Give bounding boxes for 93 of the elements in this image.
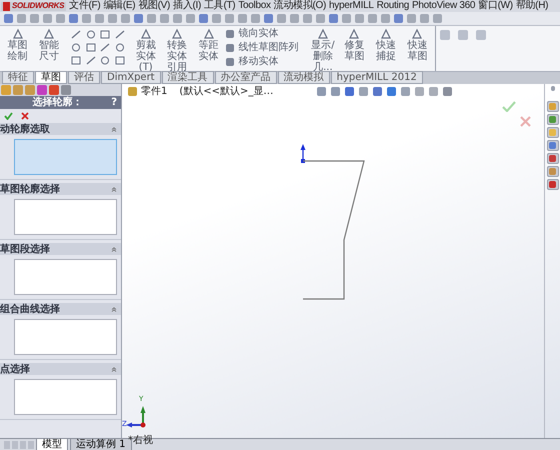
- section-header[interactable]: 动轮廓选取: [0, 123, 121, 135]
- task-pane-tab[interactable]: [546, 140, 558, 151]
- menu-item[interactable]: PhotoView 360: [412, 1, 476, 11]
- draw-tool-icon[interactable]: [115, 43, 126, 52]
- ribbon-button[interactable]: 等距实体: [194, 26, 222, 62]
- check-icon[interactable]: [4, 112, 13, 120]
- menu-item[interactable]: 编辑(E): [103, 1, 136, 11]
- section-header[interactable]: 组合曲线选择: [0, 303, 121, 315]
- section-title: 草图段选择: [0, 242, 50, 256]
- panel-title: 选择轮廓：: [32, 96, 83, 110]
- ribbon-tab[interactable]: hyperMILL 2012: [330, 71, 423, 84]
- collapse-icon[interactable]: [111, 366, 117, 372]
- ribbon-button[interactable]: 线性草图阵列: [226, 42, 306, 54]
- logo: SOLIDWORKS: [1, 2, 66, 10]
- bottom-tab[interactable]: 模型: [36, 438, 68, 450]
- ribbon-button[interactable]: 草图绘制: [4, 26, 32, 62]
- task-pane-tab[interactable]: [546, 153, 558, 164]
- sketch-profile[interactable]: [303, 160, 365, 300]
- sketch-tool-icon: [140, 28, 152, 40]
- ribbon-button[interactable]: 转换实体引用: [164, 26, 191, 71]
- section-header[interactable]: 草图轮廓选择: [0, 183, 121, 195]
- ribbon-button[interactable]: 修复草图: [340, 26, 368, 62]
- part-name[interactable]: 零件1: [141, 84, 168, 98]
- task-pane-tab[interactable]: [546, 166, 558, 177]
- sketch-tool-icon: [316, 28, 329, 40]
- ribbon-button[interactable]: 移动实体: [226, 56, 306, 68]
- draw-tool-icon[interactable]: [100, 30, 110, 39]
- section-title: 组合曲线选择: [0, 302, 60, 316]
- axis-triad-drawing: [126, 406, 146, 428]
- sketch-tool-icon: [43, 28, 56, 40]
- draw-tool-icon[interactable]: [86, 43, 96, 52]
- task-pane-tab[interactable]: [546, 179, 558, 190]
- close-icon[interactable]: [21, 112, 29, 120]
- section-header[interactable]: 草图段选择: [0, 243, 121, 255]
- menu-item[interactable]: 工具(T): [204, 1, 236, 11]
- ribbon-tab[interactable]: 草图: [35, 71, 67, 84]
- selection-box[interactable]: [14, 139, 117, 175]
- sketch-tool-icon: [12, 28, 24, 40]
- menu-item[interactable]: Routing: [376, 1, 409, 11]
- section-title: 草图轮廓选择: [0, 182, 60, 196]
- ribbon-tab[interactable]: 评估: [68, 71, 100, 84]
- logo-icon: [3, 2, 10, 10]
- collapse-icon[interactable]: [111, 246, 117, 252]
- collapse-icon[interactable]: [111, 126, 117, 132]
- draw-tool-icon[interactable]: [86, 30, 96, 39]
- ribbon-tab[interactable]: 特征: [2, 71, 34, 84]
- draw-tool-icon[interactable]: [70, 43, 81, 52]
- ribbon-tab[interactable]: DimXpert: [101, 71, 161, 84]
- task-pane-tab[interactable]: [546, 114, 558, 125]
- ribbon-button[interactable]: 显示/删除几...: [309, 26, 337, 71]
- section-title: 动轮廓选取: [0, 122, 50, 136]
- ribbon-tab[interactable]: 办公室产品: [214, 71, 277, 84]
- collapse-icon[interactable]: [111, 306, 117, 312]
- draw-tool-icon[interactable]: [115, 30, 126, 39]
- part-icon[interactable]: [128, 86, 137, 96]
- sketch-tool-icon: [171, 28, 184, 40]
- sketch-tool-icon: [348, 28, 360, 40]
- ribbon-tab[interactable]: 流动模拟: [278, 71, 330, 84]
- draw-tool-icon[interactable]: [86, 56, 96, 65]
- ribbon-button[interactable]: 智能尺寸: [35, 26, 63, 62]
- selection-box[interactable]: [14, 259, 117, 295]
- config-name: (默认<<默认>_显…: [179, 84, 274, 98]
- task-pane-tab[interactable]: [546, 101, 558, 112]
- draw-tool-icon[interactable]: [70, 30, 81, 39]
- menu-item[interactable]: 视图(V): [138, 1, 170, 11]
- menu-item[interactable]: hyperMILL: [329, 1, 374, 11]
- selection-box[interactable]: [14, 199, 117, 235]
- sketch-tool-icon: [411, 28, 424, 40]
- ribbon-button[interactable]: 快速捕捉: [372, 26, 400, 62]
- draw-tool-icon[interactable]: [100, 56, 110, 65]
- ribbon-button[interactable]: 剪裁实体(T): [132, 26, 160, 71]
- menu-item[interactable]: Toolbox: [238, 1, 271, 11]
- ribbon-button[interactable]: 快速草图: [404, 26, 432, 62]
- sketch-tool-icon: [202, 28, 215, 40]
- draw-tool-icon[interactable]: [115, 56, 126, 65]
- sketch-tool-icon: [380, 28, 392, 40]
- collapse-icon[interactable]: [111, 186, 117, 192]
- origin-arrow-icon: [300, 144, 306, 163]
- check-icon[interactable]: [502, 101, 516, 112]
- draw-tool-icon[interactable]: [100, 43, 110, 52]
- draw-tool-icon[interactable]: [70, 56, 81, 65]
- menu-item[interactable]: 插入(I): [173, 1, 202, 11]
- help-button[interactable]: ?: [111, 95, 117, 110]
- section-title: 点选择: [0, 362, 30, 376]
- menu-item[interactable]: 帮助(H): [516, 1, 548, 11]
- ribbon-tab[interactable]: 渲染工具: [162, 71, 214, 84]
- task-pane-tab[interactable]: [546, 127, 558, 138]
- selection-box[interactable]: [14, 379, 117, 415]
- section-header[interactable]: 点选择: [0, 363, 121, 375]
- close-icon[interactable]: [520, 116, 531, 127]
- ribbon-button[interactable]: 镜向实体: [226, 28, 306, 40]
- selection-box[interactable]: [14, 319, 117, 355]
- window-control-icon[interactable]: [550, 86, 554, 91]
